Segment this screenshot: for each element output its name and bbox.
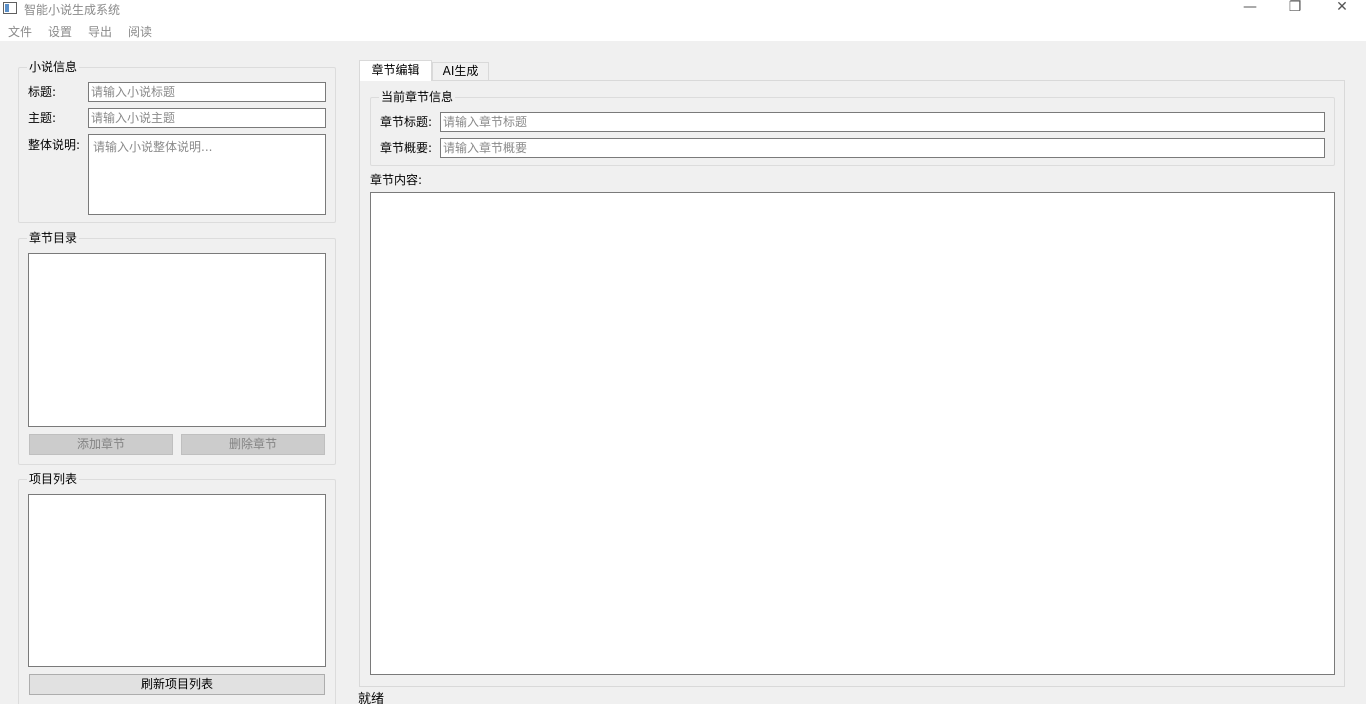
chapter-list-group-title: 章节目录 bbox=[27, 230, 80, 246]
add-chapter-button[interactable]: 添加章节 bbox=[29, 434, 173, 455]
novel-title-input[interactable] bbox=[88, 82, 326, 102]
novel-description-label: 整体说明: bbox=[28, 138, 81, 152]
chapter-content-label: 章节内容: bbox=[370, 173, 423, 187]
status-label: 就绪 bbox=[358, 692, 385, 704]
window-title: 智能小说生成系统 bbox=[24, 3, 121, 17]
menu-bar: 文件 设置 导出 阅读 bbox=[0, 20, 1366, 41]
novel-description-input[interactable] bbox=[88, 134, 326, 215]
chapter-summary-input[interactable] bbox=[440, 138, 1325, 158]
chapter-list[interactable] bbox=[28, 253, 326, 427]
chapter-content-editor[interactable] bbox=[370, 192, 1335, 675]
menu-read[interactable]: 阅读 bbox=[128, 23, 152, 40]
novel-info-group-title: 小说信息 bbox=[27, 59, 80, 75]
novel-theme-label: 主题: bbox=[28, 111, 57, 125]
app-icon bbox=[3, 2, 17, 14]
chapter-title-input[interactable] bbox=[440, 112, 1325, 132]
refresh-project-list-button[interactable]: 刷新项目列表 bbox=[29, 674, 325, 695]
menu-file[interactable]: 文件 bbox=[8, 23, 32, 40]
title-bar: 智能小说生成系统 — ❐ ✕ bbox=[0, 0, 1366, 20]
menu-export[interactable]: 导出 bbox=[88, 23, 112, 40]
novel-title-label: 标题: bbox=[28, 85, 57, 99]
maximize-icon[interactable]: ❐ bbox=[1272, 0, 1318, 20]
project-list[interactable] bbox=[28, 494, 326, 667]
delete-chapter-button[interactable]: 删除章节 bbox=[181, 434, 325, 455]
tab-chapter-edit[interactable]: 章节编辑 bbox=[359, 60, 432, 81]
menu-settings[interactable]: 设置 bbox=[48, 23, 72, 40]
chapter-title-label: 章节标题: bbox=[380, 115, 433, 129]
project-list-group-title: 项目列表 bbox=[27, 471, 80, 487]
chapter-summary-label: 章节概要: bbox=[380, 141, 433, 155]
novel-theme-input[interactable] bbox=[88, 108, 326, 128]
current-chapter-info-group-title: 当前章节信息 bbox=[379, 89, 456, 105]
close-icon[interactable]: ✕ bbox=[1319, 0, 1365, 20]
minimize-icon[interactable]: — bbox=[1227, 0, 1273, 20]
tab-ai-generate[interactable]: AI生成 bbox=[432, 62, 489, 80]
